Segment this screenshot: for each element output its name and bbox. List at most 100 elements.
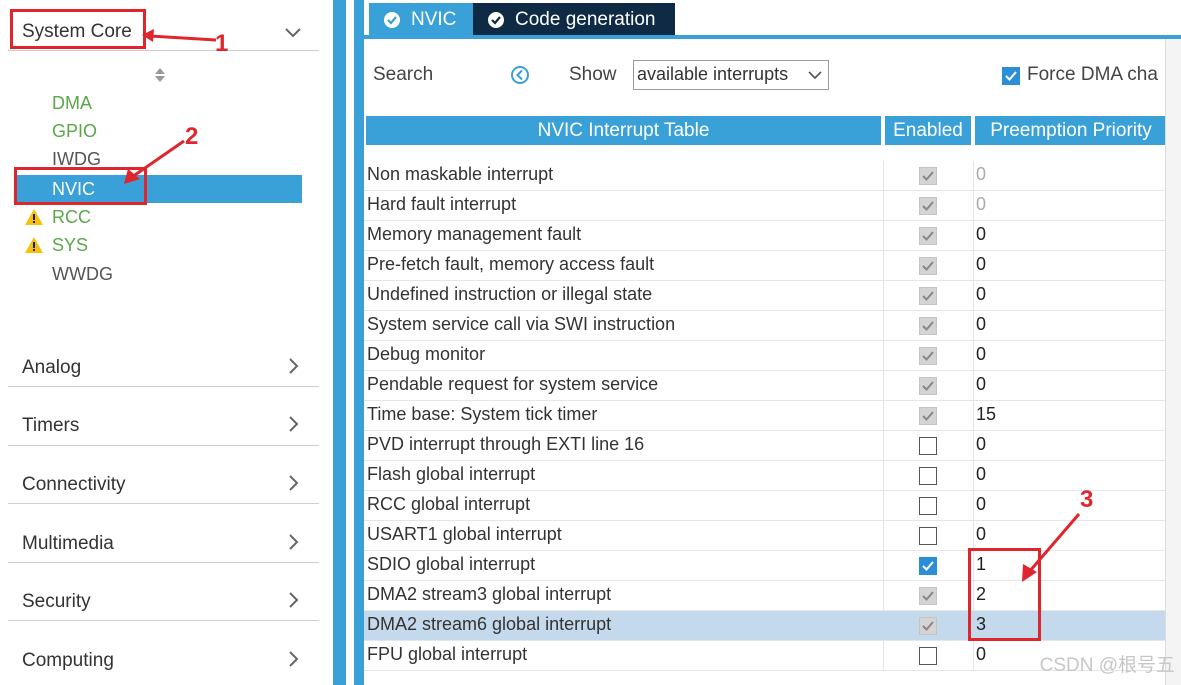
toolbar: Search Show available interrupts Force D… — [364, 39, 1181, 109]
check-circle-icon — [488, 11, 504, 28]
show-select[interactable]: available interrupts — [633, 60, 829, 90]
column-header-interrupt[interactable]: NVIC Interrupt Table — [366, 116, 881, 145]
search-label: Search — [373, 64, 434, 85]
enabled-checkbox — [919, 377, 937, 395]
sidebar-item-sys[interactable]: SYS — [52, 233, 88, 257]
table-row[interactable]: Memory management fault 0 — [364, 221, 1165, 251]
priority-value[interactable]: 0 — [976, 224, 986, 245]
category-timers[interactable]: Timers — [8, 387, 319, 446]
table-row[interactable]: Non maskable interrupt 0 — [364, 161, 1165, 191]
category-connectivity[interactable]: Connectivity — [8, 445, 319, 504]
table-row[interactable]: DMA2 stream3 global interrupt 2 — [364, 581, 1165, 611]
annotation-box-1 — [10, 9, 146, 49]
tab-label: Code generation — [515, 8, 656, 30]
enabled-checkbox — [919, 287, 937, 305]
interrupt-name: Flash global interrupt — [367, 464, 536, 484]
priority-value[interactable]: 0 — [976, 314, 986, 335]
table-row[interactable]: System service call via SWI instruction 0 — [364, 311, 1165, 341]
interrupt-name: Pre-fetch fault, memory access fault — [367, 254, 655, 274]
warning-icon — [25, 237, 43, 253]
category-security[interactable]: Security — [8, 562, 319, 621]
enabled-checkbox — [919, 227, 937, 245]
enabled-checkbox — [919, 347, 937, 365]
enabled-checkbox — [919, 317, 937, 335]
watermark: CSDN @根号五 — [1039, 655, 1175, 676]
priority-value[interactable]: 0 — [976, 284, 986, 305]
enabled-checkbox — [919, 407, 937, 425]
table-row[interactable]: Flash global interrupt 0 — [364, 461, 1165, 491]
sidebar-item-gpio[interactable]: GPIO — [52, 119, 97, 143]
annotation-arrow-icon — [142, 29, 217, 42]
interrupt-name: Non maskable interrupt — [367, 164, 554, 184]
table-row[interactable]: Hard fault interrupt 0 — [364, 191, 1165, 221]
search-back-icon[interactable] — [510, 65, 530, 85]
category-label: Timers — [22, 415, 80, 436]
enabled-checkbox[interactable] — [919, 557, 937, 575]
priority-value[interactable]: 0 — [976, 344, 986, 365]
splitter-bar[interactable] — [333, 0, 346, 685]
enabled-checkbox — [919, 197, 937, 215]
column-header-enabled[interactable]: Enabled — [885, 116, 971, 145]
priority-value[interactable]: 0 — [976, 254, 986, 275]
priority-value[interactable]: 0 — [976, 464, 986, 485]
tab-nvic[interactable]: NVIC — [369, 3, 473, 36]
tab-bar: NVIC Code generation — [364, 0, 1181, 36]
category-analog[interactable]: Analog — [8, 328, 319, 387]
enabled-checkbox — [919, 587, 937, 605]
category-label: Security — [22, 591, 91, 612]
sidebar-item-rcc[interactable]: RCC — [52, 205, 91, 229]
column-header-priority[interactable]: Preemption Priority — [975, 116, 1167, 145]
scrollbar[interactable] — [1165, 39, 1181, 685]
category-multimedia[interactable]: Multimedia — [8, 504, 319, 563]
priority-value[interactable]: 0 — [976, 434, 986, 455]
interrupt-name: USART1 global interrupt — [367, 524, 562, 544]
sidebar-item-dma[interactable]: DMA — [52, 91, 92, 115]
force-dma-label: Force DMA cha — [1027, 64, 1158, 85]
table-row[interactable]: Debug monitor 0 — [364, 341, 1165, 371]
interrupt-name: RCC global interrupt — [367, 494, 531, 514]
enabled-checkbox[interactable] — [919, 527, 937, 545]
annotation-number-2: 2 — [185, 123, 199, 150]
priority-value[interactable]: 0 — [976, 374, 986, 395]
priority-value[interactable]: 0 — [976, 194, 986, 215]
category-label: Multimedia — [22, 533, 114, 554]
priority-value[interactable]: 0 — [976, 494, 986, 515]
chevron-right-icon — [289, 534, 299, 550]
enabled-checkbox[interactable] — [919, 467, 937, 485]
annotation-arrow-icon — [1022, 513, 1081, 582]
sidebar-item-wwdg[interactable]: WWDG — [52, 262, 113, 286]
interrupt-name: Memory management fault — [367, 224, 582, 244]
table-row[interactable]: Pre-fetch fault, memory access fault 0 — [364, 251, 1165, 281]
enabled-checkbox — [919, 617, 937, 635]
category-label: Analog — [22, 357, 82, 378]
priority-value[interactable]: 15 — [976, 404, 996, 425]
priority-value[interactable]: 0 — [976, 524, 986, 545]
interrupt-name: SDIO global interrupt — [367, 554, 536, 574]
category-computing[interactable]: Computing — [8, 621, 319, 679]
priority-value[interactable]: 0 — [976, 644, 986, 665]
table-row[interactable]: Pendable request for system service 0 — [364, 371, 1165, 401]
table-row[interactable]: DMA2 stream6 global interrupt 3 — [364, 611, 1165, 641]
table-row[interactable]: Time base: System tick timer 15 — [364, 401, 1165, 431]
interrupt-name: DMA2 stream3 global interrupt — [367, 584, 612, 604]
table-row[interactable]: PVD interrupt through EXTI line 16 0 — [364, 431, 1165, 461]
chevron-right-icon — [289, 416, 299, 432]
chevron-right-icon — [289, 651, 299, 667]
category-label: Connectivity — [22, 474, 126, 495]
interrupt-name: Undefined instruction or illegal state — [367, 284, 653, 304]
interrupt-name: Hard fault interrupt — [367, 194, 517, 214]
splitter-gap — [346, 0, 354, 685]
show-select-value: available interrupts — [637, 64, 789, 84]
sort-icon[interactable] — [152, 66, 168, 84]
interrupt-name: Time base: System tick timer — [367, 404, 598, 424]
tab-code-generation[interactable]: Code generation — [473, 3, 675, 36]
table-row[interactable]: Undefined instruction or illegal state 0 — [364, 281, 1165, 311]
priority-value[interactable]: 0 — [976, 164, 986, 185]
enabled-checkbox[interactable] — [919, 437, 937, 455]
force-dma-checkbox[interactable] — [1002, 67, 1020, 85]
enabled-checkbox[interactable] — [919, 497, 937, 515]
interrupt-name: Debug monitor — [367, 344, 486, 364]
enabled-checkbox[interactable] — [919, 647, 937, 665]
interrupt-name: PVD interrupt through EXTI line 16 — [367, 434, 645, 454]
annotation-arrow-icon — [124, 139, 185, 184]
